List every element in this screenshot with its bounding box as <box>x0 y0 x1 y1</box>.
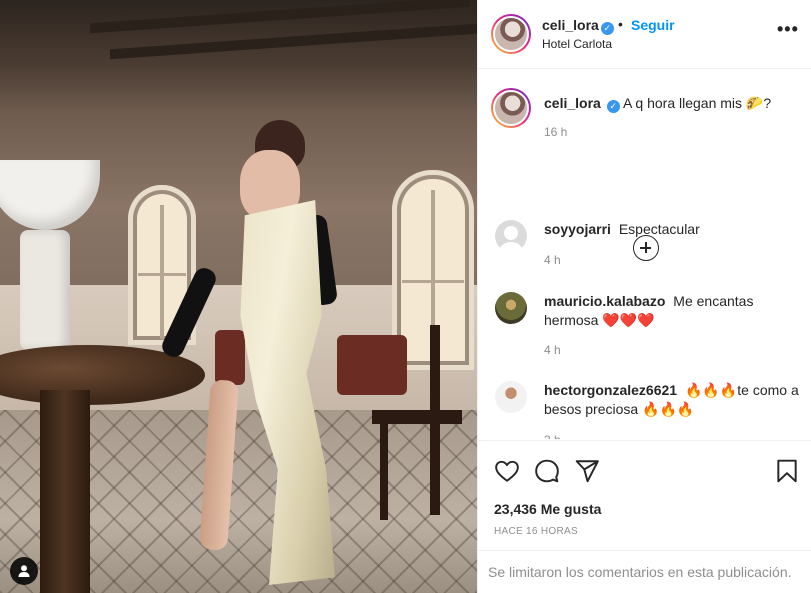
commenter-avatar[interactable] <box>495 220 527 252</box>
comment-time[interactable]: 3 h <box>544 433 561 439</box>
post-photo[interactable] <box>0 0 477 593</box>
comment-text: Espectacular <box>618 221 700 237</box>
paper-plane-icon <box>575 460 599 483</box>
comment-text-row: mauricio.kalabazo Me encantas hermosa ❤️… <box>544 292 804 330</box>
follow-button[interactable]: Seguir <box>631 17 675 33</box>
likes-count: 23,436 <box>494 501 537 517</box>
comment-time[interactable]: 4 h <box>544 253 561 267</box>
post-actions: 23,436 Me gusta HACE 16 HORAS <box>478 440 811 550</box>
caption-text-row: celi_lora ✓ A q hora llegan mis 🌮? <box>544 94 804 113</box>
caption-avatar[interactable] <box>491 88 531 128</box>
photo-red-chair <box>215 330 245 385</box>
commenter-avatar[interactable] <box>495 292 527 324</box>
comment-button[interactable] <box>534 458 560 484</box>
bookmark-icon <box>777 459 797 483</box>
caption-text: A q hora llegan mis 🌮? <box>622 95 772 111</box>
photo-wooden-chair-leg <box>380 420 388 520</box>
post-location[interactable]: Hotel Carlota <box>542 37 612 51</box>
commenter-avatar[interactable] <box>495 381 527 413</box>
comment-username[interactable]: hectorgonzalez6621 <box>544 382 677 398</box>
comments-limited-notice: Se limitaron los comentarios en esta pub… <box>488 564 792 580</box>
verified-badge-icon: ✓ <box>606 100 620 113</box>
tagged-people-button[interactable] <box>10 557 38 585</box>
header-separator: • <box>618 16 623 32</box>
author-avatar[interactable] <box>491 14 531 54</box>
share-button[interactable] <box>574 458 600 484</box>
author-username-row: celi_lora ✓ <box>542 17 614 35</box>
verified-badge-icon: ✓ <box>600 22 614 35</box>
comment-footer: Se limitaron los comentarios en esta pub… <box>478 550 811 593</box>
post-side-panel: celi_lora ✓ • Seguir Hotel Carlota ••• ce… <box>477 0 811 593</box>
comment-bubble-icon <box>535 459 559 483</box>
photo-table-pedestal <box>40 390 90 593</box>
comments-list[interactable]: celi_lora ✓ A q hora llegan mis 🌮? 16 h s… <box>478 70 811 439</box>
person-icon <box>18 565 30 577</box>
caption-username[interactable]: celi_lora <box>544 95 601 111</box>
photo-red-chair <box>337 335 407 395</box>
save-button[interactable] <box>774 458 800 484</box>
post-timestamp[interactable]: HACE 16 HORAS <box>494 526 578 537</box>
caption-time[interactable]: 16 h <box>544 125 567 139</box>
like-button[interactable] <box>494 458 520 484</box>
comment-time[interactable]: 4 h <box>544 343 561 357</box>
photo-wooden-chair-back <box>430 325 440 515</box>
comment-username[interactable]: mauricio.kalabazo <box>544 293 665 309</box>
comment-username[interactable]: soyyojarri <box>544 221 611 237</box>
likes-label: Me gusta <box>540 501 602 517</box>
post-header: celi_lora ✓ • Seguir Hotel Carlota ••• <box>478 0 811 69</box>
more-options-icon[interactable]: ••• <box>777 20 798 42</box>
heart-icon <box>495 460 519 482</box>
author-username[interactable]: celi_lora <box>542 17 599 33</box>
photo-white-urn <box>0 160 100 360</box>
comment-text-row: soyyojarri Espectacular <box>544 220 804 239</box>
likes-count-row[interactable]: 23,436 Me gusta <box>494 501 601 517</box>
comment-text-row: hectorgonzalez6621 🔥🔥🔥te como a besos pr… <box>544 381 804 419</box>
